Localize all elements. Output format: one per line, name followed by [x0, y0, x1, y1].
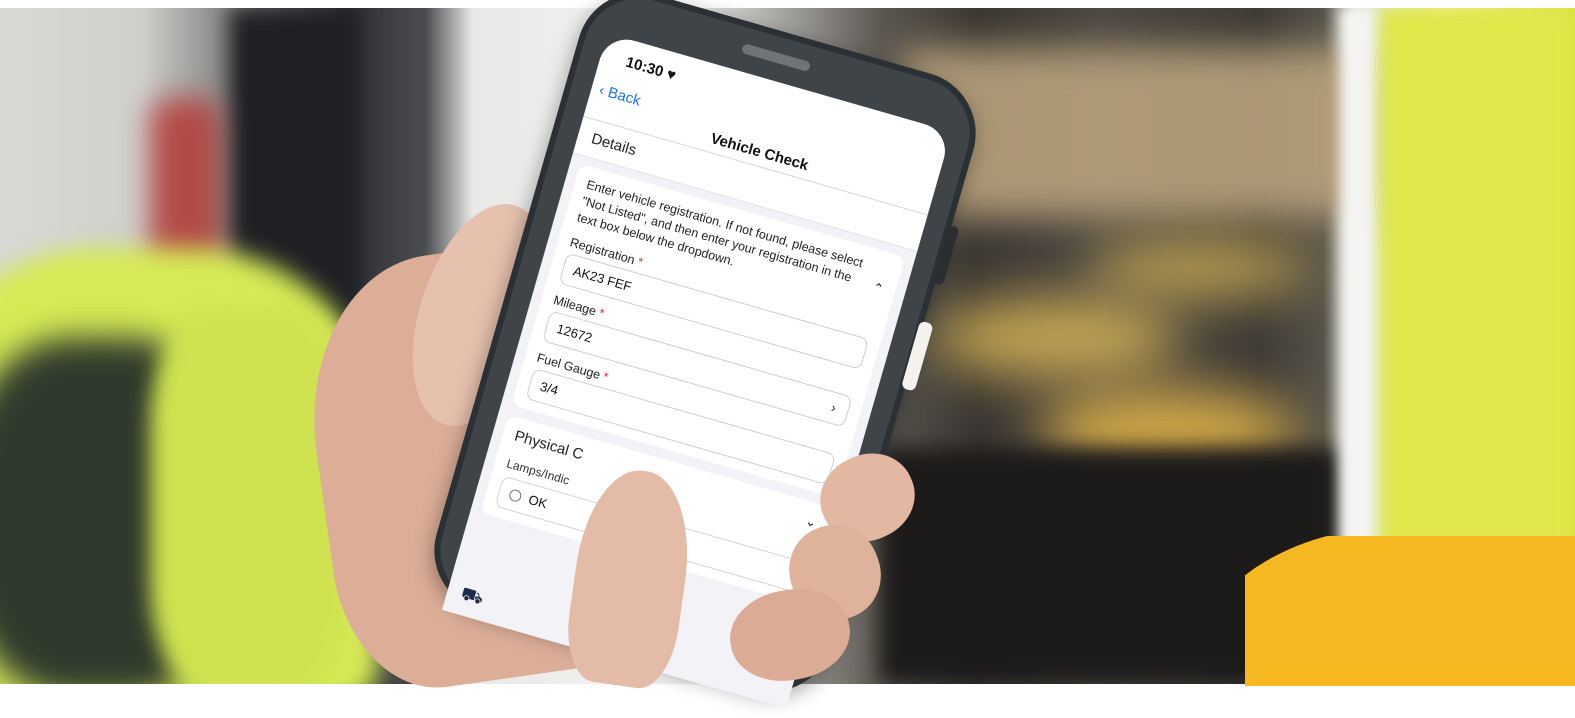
- status-time: 10:30 ♥: [623, 53, 678, 85]
- truck-icon[interactable]: ⛟: [458, 583, 486, 612]
- brand-swoosh: [1245, 536, 1575, 686]
- blurred-food: [930, 298, 1180, 378]
- chevron-right-icon: ›: [829, 399, 839, 415]
- blurred-food: [1090, 238, 1310, 298]
- phone-speaker: [741, 43, 812, 73]
- physical-check-title: Physical C: [512, 427, 586, 464]
- radio-icon: [507, 488, 523, 504]
